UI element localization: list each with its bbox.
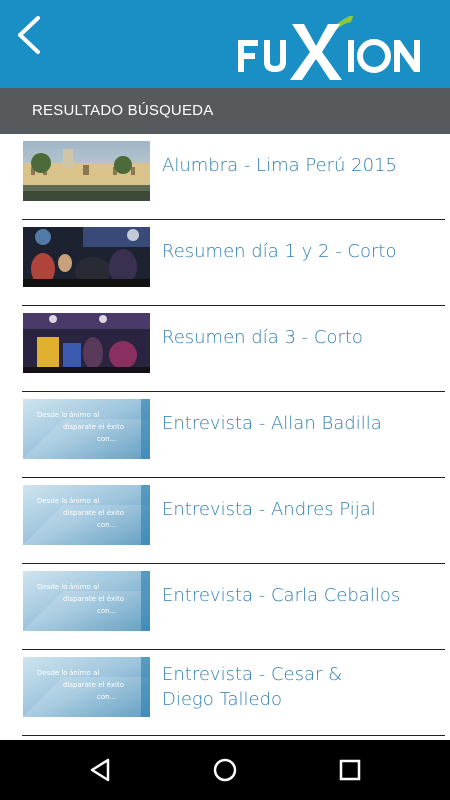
result-title: Entrevista - Cesar & Diego Talledo: [162, 664, 343, 710]
home-circle-icon: [213, 758, 237, 782]
video-thumbnail: [23, 313, 150, 373]
svg-text:ánimo al: ánimo al: [69, 669, 99, 677]
video-thumbnail: [23, 227, 150, 287]
list-item[interactable]: Alumbra - Lima Perú 2015: [22, 134, 445, 220]
list-item[interactable]: Desde lo ánimo al disparate el éxito con…: [22, 478, 445, 564]
svg-text:con...: con...: [97, 607, 116, 615]
results-header-bar: RESULTADO BÚSQUEDA: [0, 88, 450, 134]
video-thumbnail: Desde lo ánimo al disparate el éxito con…: [23, 657, 150, 717]
back-triangle-icon: [90, 758, 110, 782]
chevron-left-icon: [18, 16, 40, 54]
list-item[interactable]: Desde lo ánimo al disparate el éxito con…: [22, 650, 445, 736]
result-title: Resumen día 1 y 2 - Corto: [162, 241, 397, 262]
list-item[interactable]: Desde lo ánimo al disparate el éxito con…: [22, 564, 445, 650]
list-item[interactable]: Resumen día 1 y 2 - Corto: [22, 220, 445, 306]
svg-text:Desde lo: Desde lo: [37, 583, 68, 591]
list-item[interactable]: Desde lo ánimo al disparate el éxito con…: [22, 392, 445, 478]
app-header: [0, 0, 450, 88]
video-thumbnail: Desde lo ánimo al disparate el éxito con…: [23, 399, 150, 459]
svg-text:con...: con...: [97, 435, 116, 443]
system-nav-bar: [0, 740, 450, 800]
result-title: Entrevista - Andres Pijal: [162, 499, 376, 520]
back-button[interactable]: [10, 10, 50, 60]
svg-text:disparate el éxito: disparate el éxito: [63, 509, 124, 517]
result-title: Entrevista - Carla Ceballos: [162, 585, 401, 606]
svg-text:disparate el éxito: disparate el éxito: [63, 595, 124, 603]
results-list[interactable]: Alumbra - Lima Perú 2015 Resumen día 1 y…: [0, 134, 450, 740]
video-thumbnail: Desde lo ánimo al disparate el éxito con…: [23, 485, 150, 545]
svg-text:Desde lo: Desde lo: [37, 411, 68, 419]
results-title: RESULTADO BÚSQUEDA: [32, 102, 214, 119]
nav-back-button[interactable]: [80, 752, 120, 788]
svg-text:disparate el éxito: disparate el éxito: [63, 423, 124, 431]
video-thumbnail: [23, 141, 150, 201]
svg-text:Desde lo: Desde lo: [37, 669, 68, 677]
nav-recents-button[interactable]: [330, 752, 370, 788]
svg-text:ánimo al: ánimo al: [69, 411, 99, 419]
video-thumbnail: Desde lo ánimo al disparate el éxito con…: [23, 571, 150, 631]
svg-text:con...: con...: [97, 521, 116, 529]
result-title: Alumbra - Lima Perú 2015: [162, 155, 397, 176]
svg-text:con...: con...: [97, 693, 116, 701]
result-title: Resumen día 3 - Corto: [162, 327, 363, 348]
recents-square-icon: [339, 759, 361, 781]
nav-home-button[interactable]: [205, 752, 245, 788]
fuxion-logo: [238, 14, 420, 80]
svg-text:ánimo al: ánimo al: [69, 497, 99, 505]
svg-text:disparate el éxito: disparate el éxito: [63, 681, 124, 689]
svg-text:ánimo al: ánimo al: [69, 583, 99, 591]
list-item[interactable]: Resumen día 3 - Corto: [22, 306, 445, 392]
result-title: Entrevista - Allan Badilla: [162, 413, 382, 434]
svg-text:Desde lo: Desde lo: [37, 497, 68, 505]
